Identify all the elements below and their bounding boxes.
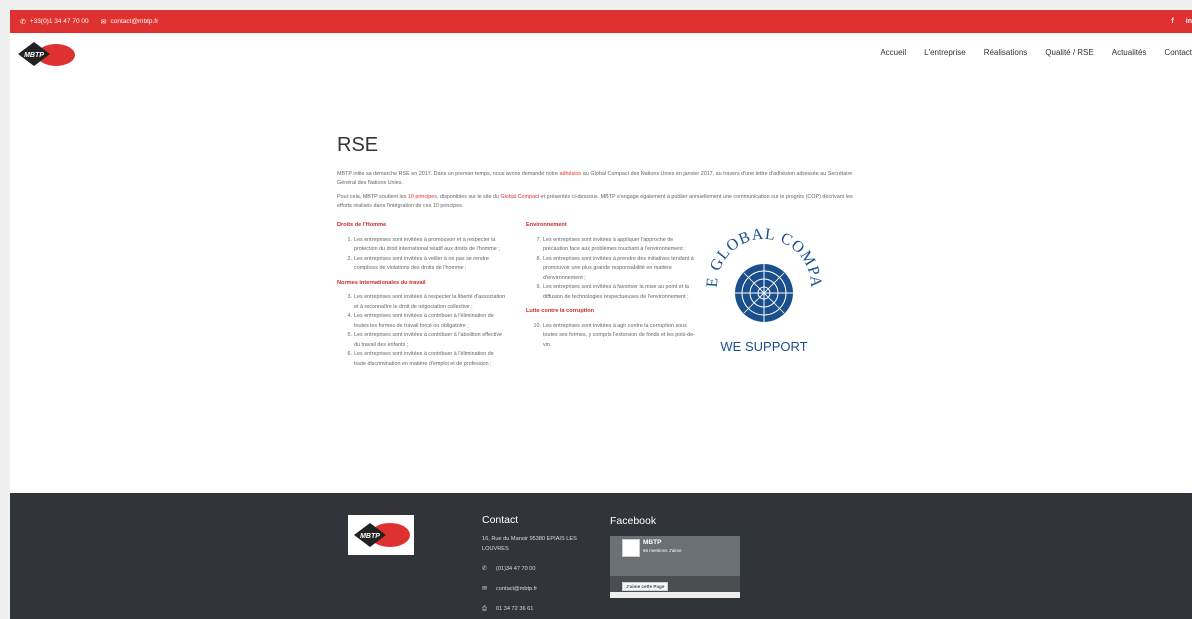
item-text: Les entreprises sont invitées à veiller … xyxy=(354,255,489,272)
section-title-corruption: Lutte contre la corruption xyxy=(526,308,595,314)
footer-facebook: Facebook MBTP 66 mentions J'aime J'aime … xyxy=(610,515,740,598)
list-corruption: 10. Les entreprises sont invitées à agir … xyxy=(526,322,696,351)
phone-icon: ✆ xyxy=(482,566,488,572)
principles-column-left: Droits de l'Homme 1. Les entreprises sont… xyxy=(337,221,507,374)
item-text: Les entreprises sont invitées à contribu… xyxy=(354,351,494,367)
list-normes: 3. Les entreprises sont invitées à respec… xyxy=(337,293,507,369)
item-text: Les entreprises sont invitées à favorise… xyxy=(543,284,689,300)
item-number: 2. xyxy=(347,255,353,262)
mail-icon: ✉ xyxy=(482,586,488,592)
footer-contact-title: Contact xyxy=(482,514,519,526)
global-compact-logo: THE GLOBAL COMPACT WE SUPPORT xyxy=(699,211,823,354)
section-title-environnement: Environnement xyxy=(526,222,567,228)
item-text: Les entreprises sont invitées à agir con… xyxy=(543,322,696,348)
footer-email-text: contact@mbtp.fr xyxy=(496,586,538,592)
page-title: RSE xyxy=(337,134,379,156)
facebook-widget-bottom-bar xyxy=(610,592,740,598)
nav-contact[interactable]: Contact xyxy=(1164,48,1192,57)
nav-entreprise[interactable]: L'entreprise xyxy=(924,48,966,57)
nav-accueil[interactable]: Accueil xyxy=(880,48,906,57)
global-compact-link[interactable]: Global Compact xyxy=(501,194,540,200)
svg-text:MBTP: MBTP xyxy=(360,533,380,540)
topbar-email-text: contact@mbtp.fr xyxy=(110,18,159,25)
top-bar: ✆ +33(0)1 34 47 70 00 ✉ contact@mbtp.fr … xyxy=(10,10,1192,33)
facebook-widget[interactable]: MBTP 66 mentions J'aime J'aime cette Pag… xyxy=(610,536,740,598)
facebook-like-button[interactable]: J'aime cette Page xyxy=(622,582,669,591)
item-text: Les entreprises sont invitées à applique… xyxy=(543,236,686,253)
topbar-phone-text: +33(0)1 34 47 70 00 xyxy=(29,18,89,25)
facebook-icon[interactable]: f xyxy=(1171,18,1173,25)
intro1-text-a: MBTP initie sa démarche RSE en 2017. Dan… xyxy=(337,171,560,177)
list-item: 8. Les entreprises sont invitées à prendr… xyxy=(536,255,696,284)
section-title-normes: Normes internationales du travail xyxy=(337,279,426,286)
list-item: 2. Les entreprises sont invitées à veille… xyxy=(347,255,507,274)
item-text: Les entreprises sont invitées à promouvo… xyxy=(354,236,500,253)
list-item: 6. Les entreprises sont invitées à contri… xyxy=(347,350,507,369)
principles-columns: Droits de l'Homme 1. Les entreprises sont… xyxy=(337,211,867,481)
mbtp-logo[interactable]: MBTP xyxy=(16,40,76,68)
footer-fax: ⎙ 01 34 72 36 61 xyxy=(482,604,597,614)
svg-text:MBTP: MBTP xyxy=(24,52,44,59)
footer-phone[interactable]: ✆ (01)34 47 70 00 xyxy=(482,564,597,574)
nav-actualites[interactable]: Actualités xyxy=(1112,48,1147,57)
intro2-text-b: , disponibles sur le site du xyxy=(437,194,501,200)
list-item: 5. Les entreprises sont invitées à contri… xyxy=(347,331,507,350)
item-number: 1. xyxy=(347,236,353,243)
list-droits: 1. Les entreprises sont invitées à promou… xyxy=(337,236,507,274)
nav-qualite-rse[interactable]: Qualité / RSE xyxy=(1045,48,1093,57)
principles-column-middle: Environnement 7. Les entreprises sont inv… xyxy=(526,221,696,355)
list-item: 7. Les entreprises sont invitées à appliq… xyxy=(536,236,696,255)
footer-mbtp-logo[interactable]: MBTP xyxy=(348,515,414,555)
section-title-droits: Droits de l'Homme xyxy=(337,222,387,228)
facebook-page-name[interactable]: MBTP xyxy=(643,539,661,546)
main-content: RSE MBTP initie sa démarche RSE en 2017.… xyxy=(337,134,867,481)
intro-paragraph-2: Pour cela, MBTP soutient les 10 principe… xyxy=(337,193,867,211)
list-item: 1. Les entreprises sont invitées à promou… xyxy=(347,236,507,255)
item-number: 6. xyxy=(347,351,353,357)
social-links: f in xyxy=(1159,10,1192,33)
mail-icon: ✉ xyxy=(100,18,107,26)
item-text: Les entreprises sont invitées à prendre … xyxy=(543,255,694,281)
list-item: 4. Les entreprises sont invitées à contri… xyxy=(347,312,507,331)
main-nav: Accueil L'entreprise Réalisations Qualit… xyxy=(862,48,1192,57)
footer-phone-text: (01)34 47 70 00 xyxy=(496,566,536,572)
footer-facebook-title: Facebook xyxy=(610,515,657,527)
item-number: 4. xyxy=(347,313,353,319)
item-number: 3. xyxy=(347,294,353,300)
page: ✆ +33(0)1 34 47 70 00 ✉ contact@mbtp.fr … xyxy=(10,10,1192,619)
intro2-text-a: Pour cela, MBTP soutient les xyxy=(337,194,408,200)
footer-fax-text: 01 34 72 36 61 xyxy=(496,606,534,612)
footer-contact: Contact 16, Rue du Manoir 95380 EPIAIS L… xyxy=(482,515,597,614)
item-text: Les entreprises sont invitées à contribu… xyxy=(354,332,503,348)
topbar-phone[interactable]: ✆ +33(0)1 34 47 70 00 xyxy=(20,18,89,26)
list-item: 9. Les entreprises sont invitées à favori… xyxy=(536,283,696,302)
item-number: 7. xyxy=(536,236,542,243)
item-number: 5. xyxy=(347,332,353,338)
list-item: 3. Les entreprises sont invitées à respec… xyxy=(347,293,507,312)
item-number: 10. xyxy=(533,322,542,329)
adhesion-link[interactable]: adhésion xyxy=(560,171,582,177)
phone-icon: ✆ xyxy=(20,18,26,26)
list-item: 10. Les entreprises sont invitées à agir … xyxy=(534,322,696,351)
facebook-page-avatar xyxy=(622,539,640,557)
intro-paragraph-1: MBTP initie sa démarche RSE en 2017. Dan… xyxy=(337,170,867,188)
item-text: Les entreprises sont invitées à respecte… xyxy=(354,294,506,310)
item-text: Les entreprises sont invitées à contribu… xyxy=(354,313,494,329)
footer: MBTP Contact 16, Rue du Manoir 95380 EPI… xyxy=(10,493,1192,619)
item-number: 8. xyxy=(536,255,542,262)
un-emblem-icon xyxy=(735,264,793,322)
topbar-email[interactable]: ✉ contact@mbtp.fr xyxy=(101,18,159,26)
nav-realisations[interactable]: Réalisations xyxy=(984,48,1028,57)
we-support-text: WE SUPPORT xyxy=(720,339,807,354)
footer-email[interactable]: ✉ contact@mbtp.fr xyxy=(482,584,597,594)
item-number: 9. xyxy=(536,284,542,290)
header: MBTP Accueil L'entreprise Réalisations Q… xyxy=(10,33,1192,78)
list-environnement: 7. Les entreprises sont invitées à appliq… xyxy=(526,236,696,303)
linkedin-icon[interactable]: in xyxy=(1186,18,1192,25)
principles-link[interactable]: 10 principes xyxy=(408,194,437,200)
facebook-likes-count: 66 mentions J'aime xyxy=(643,548,682,553)
fax-icon: ⎙ xyxy=(482,606,487,612)
footer-address: 16, Rue du Manoir 95380 EPIAIS LES LOUVR… xyxy=(482,536,577,552)
